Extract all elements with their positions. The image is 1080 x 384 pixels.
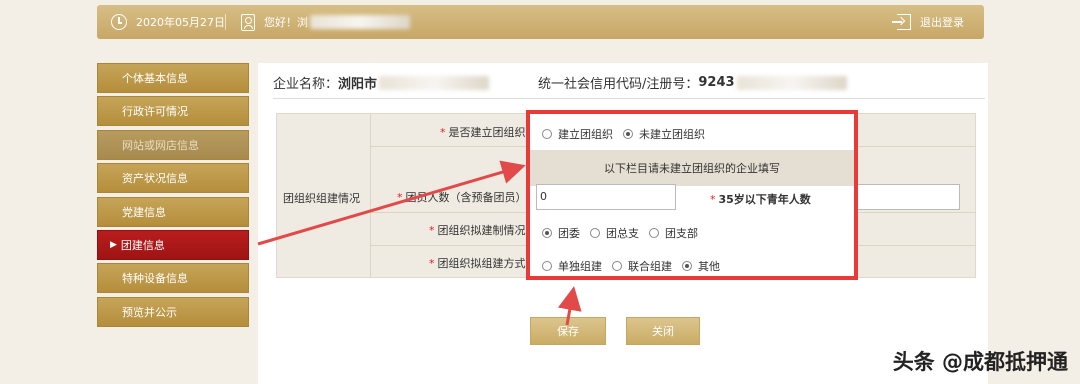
required-mark: *: [429, 224, 435, 237]
radio-icon: [542, 261, 552, 271]
q1-label-text: 是否建立团组织: [448, 126, 526, 139]
logout-label: 退出登录: [920, 16, 964, 29]
sidebar-item-basic-info[interactable]: 个体基本信息: [97, 63, 249, 93]
sidebar-item-admin-license[interactable]: 行政许可情况: [97, 96, 249, 127]
date-display: 2020年05月27日: [111, 5, 225, 39]
redacted-code: [736, 75, 847, 90]
members-label: * 团员人数（含预备团员）: [397, 189, 527, 205]
sidebar-item-preview[interactable]: 预览并公示: [97, 296, 249, 327]
radio-icon: [612, 261, 622, 271]
sidebar-item-label: 特种设备信息: [122, 272, 188, 286]
section-label: 团组织组建情况: [283, 192, 360, 205]
save-button[interactable]: 保存: [530, 317, 606, 345]
user-icon: [241, 13, 255, 31]
notice-text: 以下栏目请未建立团组织的企业填写: [604, 162, 780, 175]
radio-icon: [542, 129, 552, 139]
q3-label: * 团组织拟建制情况: [429, 222, 526, 238]
q4-label-text: 团组织拟组建方式: [437, 257, 526, 270]
clock-icon: [111, 14, 127, 30]
credit-label: 统一社会信用代码/注册号：: [538, 77, 699, 92]
watermark: 头条 @成都抵押通: [892, 350, 1068, 374]
option-build-league[interactable]: 建立团组织: [542, 126, 613, 142]
sidebar-item-league[interactable]: ▶ 团建信息: [97, 229, 249, 260]
option-label: 团总支: [606, 227, 639, 240]
youth-label: * 35岁以下青年人数: [710, 191, 811, 207]
top-bar: 2020年05月27日 您好！浏 退出登录: [97, 5, 984, 39]
sidebar-item-label: 行政许可情况: [122, 105, 188, 119]
sidebar-item-label: 团建信息: [120, 238, 165, 252]
sidebar-item-website[interactable]: 网站或网店信息: [97, 129, 249, 160]
company-name: 企业名称： 浏阳市: [273, 73, 490, 92]
required-mark: *: [710, 193, 716, 206]
q1-options: 建立团组织 未建立团组织: [542, 126, 715, 142]
members-value: 0: [540, 190, 547, 203]
credit-code: 统一社会信用代码/注册号： 9243: [538, 73, 847, 92]
required-mark: *: [440, 126, 446, 139]
divider: [273, 98, 985, 99]
radio-icon: [590, 228, 600, 238]
option-other[interactable]: 其他: [682, 258, 720, 274]
option-label: 未建立团组织: [639, 128, 705, 141]
sidebar-item-label: 资产状况信息: [122, 172, 188, 186]
option-no-league[interactable]: 未建立团组织: [623, 126, 705, 142]
option-league-committee[interactable]: 团委: [542, 225, 580, 241]
credit-value: 9243: [698, 75, 735, 90]
sidebar-item-label: 个体基本信息: [122, 72, 188, 85]
option-independent[interactable]: 单独组建: [542, 258, 602, 274]
company-label: 企业名称：: [273, 77, 339, 92]
option-label: 联合组建: [628, 260, 672, 273]
required-mark: *: [429, 257, 435, 270]
q4-options: 单独组建 联合组建 其他: [542, 258, 730, 274]
option-label: 其他: [698, 260, 720, 273]
q1-label: * 是否建立团组织: [440, 124, 526, 140]
redacted-name: [310, 15, 410, 29]
members-count-input[interactable]: 0: [536, 184, 676, 210]
option-league-branch[interactable]: 团支部: [649, 225, 698, 241]
divider: [370, 113, 371, 278]
youth-label-text: 35岁以下青年人数: [718, 193, 811, 206]
logout-button[interactable]: 退出登录: [892, 5, 964, 39]
logout-icon: [892, 14, 911, 30]
radio-selected-icon: [623, 129, 633, 139]
sidebar-item-label: 党建信息: [122, 205, 166, 219]
active-marker-icon: ▶: [110, 239, 117, 250]
q3-label-text: 团组织拟建制情况: [437, 224, 526, 237]
divider: [225, 14, 226, 30]
highlight-box: 建立团组织 未建立团组织 以下栏目请未建立团组织的企业填写 0 * 35岁以下青年…: [526, 110, 858, 280]
q4-label: * 团组织拟组建方式: [429, 255, 526, 271]
sidebar-item-assets[interactable]: 资产状况信息: [97, 163, 249, 194]
option-label: 团支部: [665, 227, 698, 240]
sidebar-item-label: 预览并公示: [122, 305, 177, 319]
members-label-text: 团员人数（含预备团员）: [405, 191, 527, 204]
option-label: 团委: [558, 227, 580, 240]
q3-options: 团委 团总支 团支部: [542, 225, 708, 241]
sidebar-item-party[interactable]: 党建信息: [97, 196, 249, 227]
option-label: 单独组建: [558, 260, 602, 273]
sidebar: 个体基本信息 行政许可情况 网站或网店信息 资产状况信息 党建信息 ▶ 团建信息 …: [97, 63, 249, 330]
option-label: 建立团组织: [558, 128, 613, 141]
redacted-company: [379, 75, 490, 90]
sidebar-item-special-equipment[interactable]: 特种设备信息: [97, 263, 249, 294]
company-value: 浏阳市: [338, 77, 378, 92]
option-joint[interactable]: 联合组建: [612, 258, 672, 274]
radio-selected-icon: [542, 228, 552, 238]
close-button[interactable]: 关闭: [626, 317, 700, 345]
radio-icon: [649, 228, 659, 238]
sidebar-item-label: 网站或网店信息: [122, 138, 199, 152]
date-text: 2020年05月27日: [136, 16, 225, 29]
greeting-text: 您好！浏: [264, 16, 308, 29]
required-mark: *: [397, 191, 403, 204]
option-league-general-branch[interactable]: 团总支: [590, 225, 639, 241]
radio-selected-icon: [682, 261, 692, 271]
greeting: 您好！浏: [241, 5, 410, 39]
